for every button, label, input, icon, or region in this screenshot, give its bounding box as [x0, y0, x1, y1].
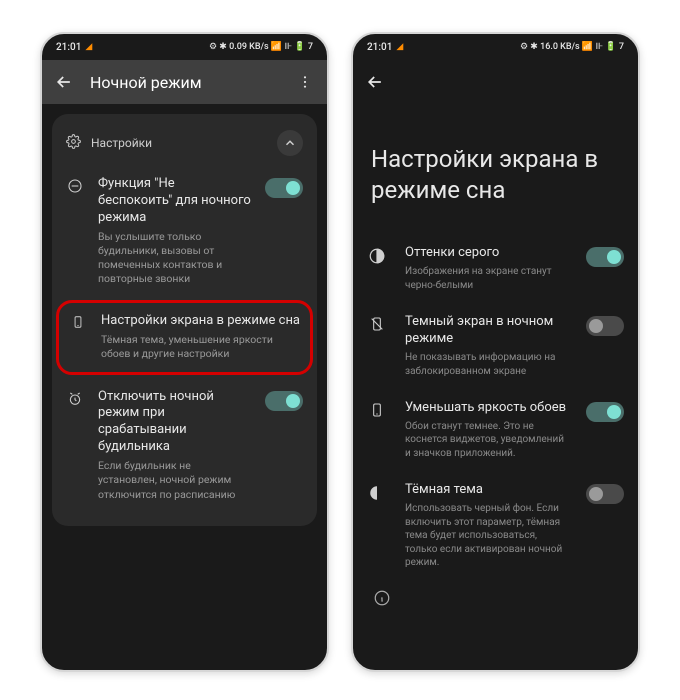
setting-title: Тёмная тема: [405, 482, 568, 499]
status-time: 21:01: [367, 42, 392, 53]
setting-body: Тёмная тема Использовать черный фон. Есл…: [405, 482, 568, 569]
dnd-icon: [66, 178, 84, 194]
screen-icon: [69, 315, 87, 329]
back-button[interactable]: [54, 72, 74, 92]
setting-grayscale[interactable]: Оттенки серого Изображения на экране ста…: [367, 234, 624, 303]
setting-title: Оттенки серого: [405, 245, 568, 262]
status-time: 21:01: [56, 42, 81, 53]
info-button[interactable]: [373, 589, 391, 607]
toggle-alarm[interactable]: [265, 391, 303, 411]
setting-dim-wallpaper[interactable]: Уменьшать яркость обоев Обои станут темн…: [367, 389, 624, 471]
toggle-dim-wallpaper[interactable]: [586, 402, 624, 422]
phone-right: 21:01 ◢ ⚙ ✱ 16.0 KB/s 📶 ⊪ 🔋 7 Настройки …: [351, 32, 640, 672]
back-button[interactable]: [365, 72, 385, 92]
card-header[interactable]: Настройки: [64, 124, 305, 166]
setting-dnd[interactable]: Функция "Не беспокоить" для ночного режи…: [64, 166, 305, 296]
alarm-icon: [66, 391, 84, 407]
settings-card: Настройки Функция "Не беспокоить" для но…: [52, 114, 317, 526]
overflow-menu-icon[interactable]: [295, 72, 315, 92]
setting-body: Уменьшать яркость обоев Обои станут темн…: [405, 400, 568, 460]
toolbar-title: Ночной режим: [90, 73, 279, 92]
toggle-dark-theme[interactable]: [586, 484, 624, 504]
setting-sub: Если будильник не установлен, ночной реж…: [98, 459, 251, 502]
toggle-dark-lock[interactable]: [586, 316, 624, 336]
setting-sub: Обои станут темнее. Это не коснется видж…: [405, 420, 568, 461]
phone-left: 21:01 ◢ ⚙ ✱ 0.09 KB/s 📶 ⊪ 🔋 7 Ночной реж…: [40, 32, 329, 672]
setting-title: Уменьшать яркость обоев: [405, 400, 568, 417]
setting-dark-lockscreen[interactable]: Темный экран в ночном режиме Не показыва…: [367, 303, 624, 389]
setting-body: Функция "Не беспокоить" для ночного режи…: [98, 176, 251, 286]
setting-body: Отключить ночной режим при срабатывании …: [98, 389, 251, 502]
card-header-label: Настройки: [91, 136, 152, 150]
setting-title: Настройки экрана в режиме сна: [101, 313, 300, 330]
setting-sub: Не показывать информацию на заблокирован…: [405, 351, 568, 378]
setting-alarm-disable[interactable]: Отключить ночной режим при срабатывании …: [64, 379, 305, 512]
setting-sub: Тёмная тема, уменьшение яркости обоев и …: [101, 333, 300, 361]
setting-title: Функция "Не беспокоить" для ночного режи…: [98, 176, 251, 227]
setting-screen-sleep[interactable]: Настройки экрана в режиме сна Тёмная тем…: [67, 311, 302, 363]
setting-body: Настройки экрана в режиме сна Тёмная тем…: [101, 313, 300, 361]
collapse-button[interactable]: [277, 130, 303, 156]
setting-dark-theme[interactable]: Тёмная тема Использовать черный фон. Есл…: [367, 471, 624, 580]
dark-theme-icon: [367, 484, 387, 502]
status-indicators: ⚙ ✱ 16.0 KB/s 📶 ⊪ 🔋 7: [520, 42, 624, 52]
toolbar: [353, 60, 638, 104]
bolt-icon: ◢: [85, 42, 92, 52]
contrast-icon: [367, 247, 387, 265]
status-indicators: ⚙ ✱ 0.09 KB/s 📶 ⊪ 🔋 7: [209, 42, 313, 52]
status-bar: 21:01 ◢ ⚙ ✱ 0.09 KB/s 📶 ⊪ 🔋 7: [42, 34, 327, 60]
toolbar: Ночной режим: [42, 60, 327, 104]
gear-icon: [66, 134, 81, 152]
content-area: Оттенки серого Изображения на экране ста…: [353, 234, 638, 606]
toggle-dnd[interactable]: [265, 178, 303, 198]
setting-sub: Изображения на экране станут черно-белым…: [405, 265, 568, 292]
phone-icon: [367, 402, 387, 418]
status-bar: 21:01 ◢ ⚙ ✱ 16.0 KB/s 📶 ⊪ 🔋 7: [353, 34, 638, 60]
content-area: Настройки Функция "Не беспокоить" для но…: [42, 104, 327, 670]
setting-body: Оттенки серого Изображения на экране ста…: [405, 245, 568, 292]
setting-title: Отключить ночной режим при срабатывании …: [98, 389, 251, 457]
bolt-icon: ◢: [396, 42, 403, 52]
setting-body: Темный экран в ночном режиме Не показыва…: [405, 314, 568, 378]
toggle-grayscale[interactable]: [586, 247, 624, 267]
phone-off-icon: [367, 316, 387, 332]
page-title: Настройки экрана в режиме сна: [353, 104, 638, 234]
highlighted-frame: Настройки экрана в режиме сна Тёмная тем…: [56, 300, 313, 374]
setting-sub: Вы услышите только будильники, вызовы от…: [98, 230, 251, 287]
setting-sub: Использовать черный фон. Если включить э…: [405, 502, 568, 570]
setting-title: Темный экран в ночном режиме: [405, 314, 568, 348]
